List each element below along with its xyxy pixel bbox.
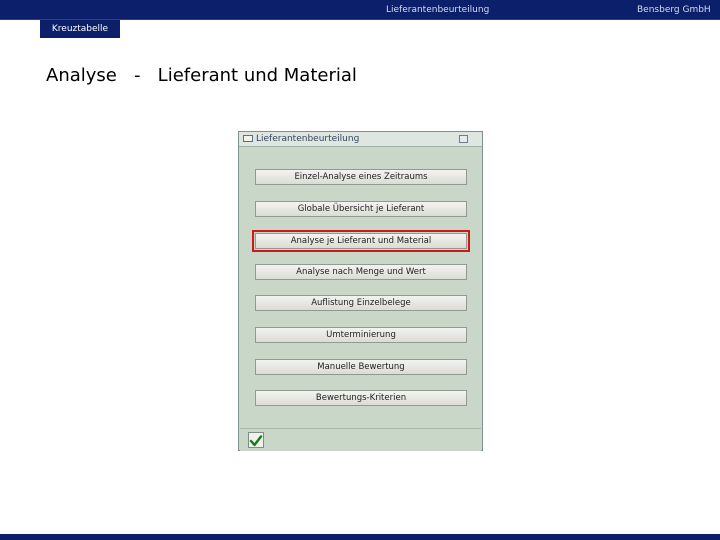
dialog-footer bbox=[240, 428, 481, 451]
manual-evaluation-button[interactable]: Manuelle Bewertung bbox=[255, 359, 467, 375]
bottom-bar bbox=[0, 534, 720, 540]
analysis-supplier-material-button[interactable]: Analyse je Lieferant und Material bbox=[252, 230, 470, 252]
folder-icon bbox=[243, 135, 253, 142]
dialog-body: Einzel-Analyse eines Zeitraums Globale Ü… bbox=[240, 147, 481, 434]
checkmark-icon bbox=[249, 435, 263, 447]
top-header-bar: Lieferantenbeurteilung Bensberg GmbH bbox=[0, 0, 720, 20]
page-title: Analyse - Lieferant und Material bbox=[46, 65, 357, 86]
close-icon[interactable] bbox=[459, 135, 468, 143]
global-overview-button[interactable]: Globale Übersicht je Lieferant bbox=[255, 201, 467, 217]
section-tag: Kreuztabelle bbox=[40, 20, 120, 38]
dialog-title-bar: Lieferantenbeurteilung bbox=[239, 132, 482, 147]
list-documents-button[interactable]: Auflistung Einzelbelege bbox=[255, 295, 467, 311]
header-title: Lieferantenbeurteilung bbox=[386, 5, 490, 15]
rescheduling-button[interactable]: Umterminierung bbox=[255, 327, 467, 343]
analysis-quantity-value-button[interactable]: Analyse nach Menge und Wert bbox=[255, 264, 467, 280]
evaluation-criteria-button[interactable]: Bewertungs-Kriterien bbox=[255, 390, 467, 406]
single-analysis-button[interactable]: Einzel-Analyse eines Zeitraums bbox=[255, 169, 467, 185]
ok-button[interactable] bbox=[248, 432, 264, 448]
sap-dialog: Lieferantenbeurteilung Einzel-Analyse ei… bbox=[238, 131, 483, 451]
dialog-title: Lieferantenbeurteilung bbox=[256, 134, 360, 144]
company-name: Bensberg GmbH bbox=[637, 5, 711, 15]
